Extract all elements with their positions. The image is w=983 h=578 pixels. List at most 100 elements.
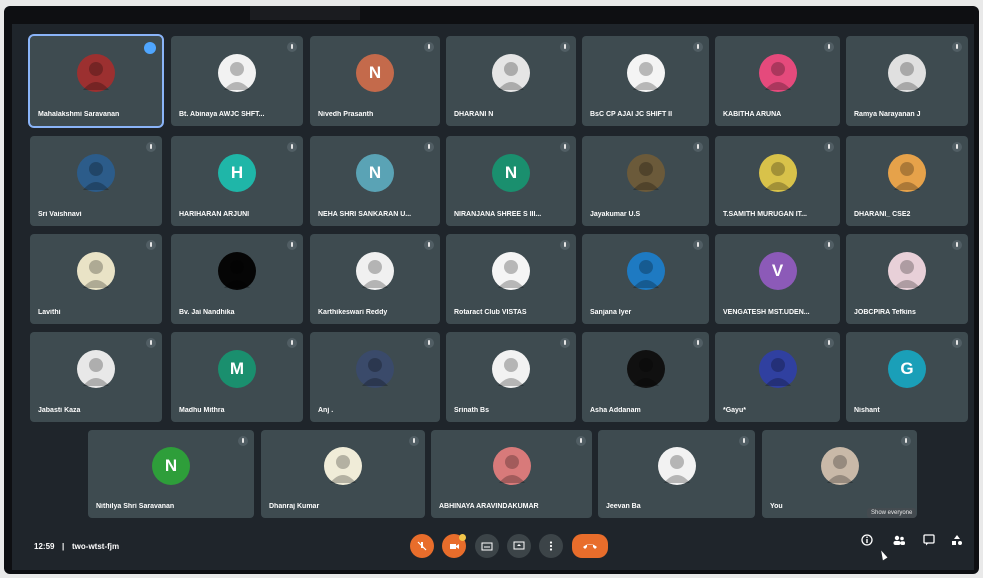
camera-button[interactable] (442, 534, 466, 558)
avatar (77, 54, 115, 92)
mic-muted-icon (287, 142, 297, 152)
monitor-webcam-area (250, 6, 360, 20)
avatar (218, 252, 256, 290)
participant-tile[interactable]: BsC CP AJAI JC SHIFT II (582, 36, 709, 126)
participant-tile[interactable]: G Nishant (846, 332, 968, 422)
participant-tile[interactable]: *Gayu* (715, 332, 840, 422)
avatar (356, 350, 394, 388)
participant-tile[interactable]: Anj . (310, 332, 440, 422)
avatar-initial: M (218, 350, 256, 388)
avatar (626, 350, 665, 388)
avatar (758, 54, 797, 92)
avatar (77, 350, 115, 388)
participant-tile[interactable]: Ramya Narayanan J (846, 36, 968, 126)
meeting-screen: Mahalakshmi Saravanan Bt. Abinaya AWJC SH… (12, 24, 974, 570)
participant-tile[interactable]: Jeevan Ba (598, 430, 755, 518)
mic-muted-icon (424, 42, 434, 52)
mic-muted-icon (409, 436, 419, 446)
meeting-details-button[interactable] (860, 533, 874, 547)
mic-button[interactable] (410, 534, 434, 558)
participant-tile[interactable]: DHARANI_ CSE2 (846, 136, 968, 226)
participant-tile[interactable]: Sri Vaishnavi (30, 136, 162, 226)
participant-tile[interactable]: N NIRANJANA SHREE S III... (446, 136, 576, 226)
avatar (77, 154, 115, 192)
participant-tile[interactable]: N NEHA SHRI SANKARAN U... (310, 136, 440, 226)
avatar (626, 154, 665, 192)
show-everyone-button[interactable] (892, 533, 906, 547)
participant-tile[interactable]: JOBCPIRA Tefkins (846, 234, 968, 324)
participant-tile[interactable]: Karthikeswari Reddy (310, 234, 440, 324)
participant-name: Sanjana Iyer (590, 309, 632, 316)
avatar (758, 350, 797, 388)
participant-tile[interactable]: M Madhu Mithra (171, 332, 303, 422)
more-vert-icon (549, 541, 553, 551)
avatar-initial: V (758, 252, 797, 290)
activities-button[interactable] (950, 533, 964, 547)
participant-name: Mahalakshmi Saravanan (38, 111, 120, 118)
participant-name: DHARANI N (454, 111, 494, 118)
present-button[interactable] (507, 534, 531, 558)
participant-tile[interactable]: KABITHA ARUNA (715, 36, 840, 126)
participant-tile[interactable]: Srinath Bs (446, 332, 576, 422)
avatar-initial: N (152, 447, 190, 485)
chat-button[interactable] (922, 533, 936, 547)
participant-tile[interactable]: Bt. Abinaya AWJC SHFT... (171, 36, 303, 126)
captions-button[interactable] (475, 534, 499, 558)
participant-name: NEHA SHRI SANKARAN U... (318, 211, 412, 218)
participant-name: Dhanraj Kumar (269, 503, 320, 510)
participant-tile[interactable]: Lavithi (30, 234, 162, 324)
mic-muted-icon (560, 338, 570, 348)
present-screen-icon (513, 541, 525, 550)
participant-tile[interactable]: DHARANI N (446, 36, 576, 126)
participant-name: Asha Addanam (590, 407, 641, 414)
participant-tile[interactable]: V VENGATESH MST.UDEN... (715, 234, 840, 324)
meeting-time: 12:59 (34, 542, 55, 551)
participant-name: Srinath Bs (454, 407, 490, 414)
participant-tile[interactable]: Asha Addanam (582, 332, 709, 422)
mic-muted-icon (901, 436, 911, 446)
avatar (218, 54, 256, 92)
info-icon (861, 534, 873, 546)
avatar-initial: N (356, 154, 394, 192)
participant-name: NIRANJANA SHREE S III... (454, 211, 542, 218)
mic-muted-icon (739, 436, 749, 446)
participant-tile[interactable]: N Nivedh Prasanth (310, 36, 440, 126)
more-options-button[interactable] (539, 534, 563, 558)
mic-off-icon (417, 541, 427, 551)
participant-name: HARIHARAN ARJUNI (179, 211, 250, 218)
participant-name: T.SAMITH MURUGAN IT... (723, 211, 807, 218)
participant-name: ABHINAYA ARAVINDAKUMAR (439, 503, 539, 510)
avatar (820, 447, 859, 485)
participant-name: Nivedh Prasanth (318, 111, 374, 118)
mic-muted-icon (560, 42, 570, 52)
avatar (888, 54, 926, 92)
avatar (888, 154, 926, 192)
mic-muted-icon (424, 338, 434, 348)
avatar (492, 252, 530, 290)
avatar (888, 252, 926, 290)
mic-muted-icon (287, 42, 297, 52)
avatar (626, 54, 665, 92)
participant-tile[interactable]: N Nithilya Shri Saravanan (88, 430, 254, 518)
end-call-button[interactable] (572, 534, 608, 558)
mic-muted-icon (693, 142, 703, 152)
mic-muted-icon (824, 240, 834, 250)
participant-tile[interactable]: ABHINAYA ARAVINDAKUMAR (431, 430, 592, 518)
participant-tile[interactable]: Dhanraj Kumar (261, 430, 425, 518)
mic-muted-icon (576, 436, 586, 446)
participant-tile[interactable]: You (762, 430, 917, 518)
participant-tile[interactable]: Jayakumar U.S (582, 136, 709, 226)
participant-tile[interactable]: Mahalakshmi Saravanan (28, 34, 164, 128)
participant-tile[interactable]: T.SAMITH MURUGAN IT... (715, 136, 840, 226)
participant-name: Sri Vaishnavi (38, 211, 82, 218)
mic-muted-icon (824, 42, 834, 52)
participant-name: KABITHA ARUNA (723, 111, 782, 118)
participant-tile[interactable]: H HARIHARAN ARJUNI (171, 136, 303, 226)
mic-muted-icon (693, 240, 703, 250)
participant-name: Anj . (318, 407, 334, 414)
participant-tile[interactable]: Jabasti Kaza (30, 332, 162, 422)
participant-tile[interactable]: Rotaract Club VISTAS (446, 234, 576, 324)
participant-tile[interactable]: Bv. Jai Nandhika (171, 234, 303, 324)
participant-tile[interactable]: Sanjana Iyer (582, 234, 709, 324)
participant-name: VENGATESH MST.UDEN... (723, 309, 810, 316)
